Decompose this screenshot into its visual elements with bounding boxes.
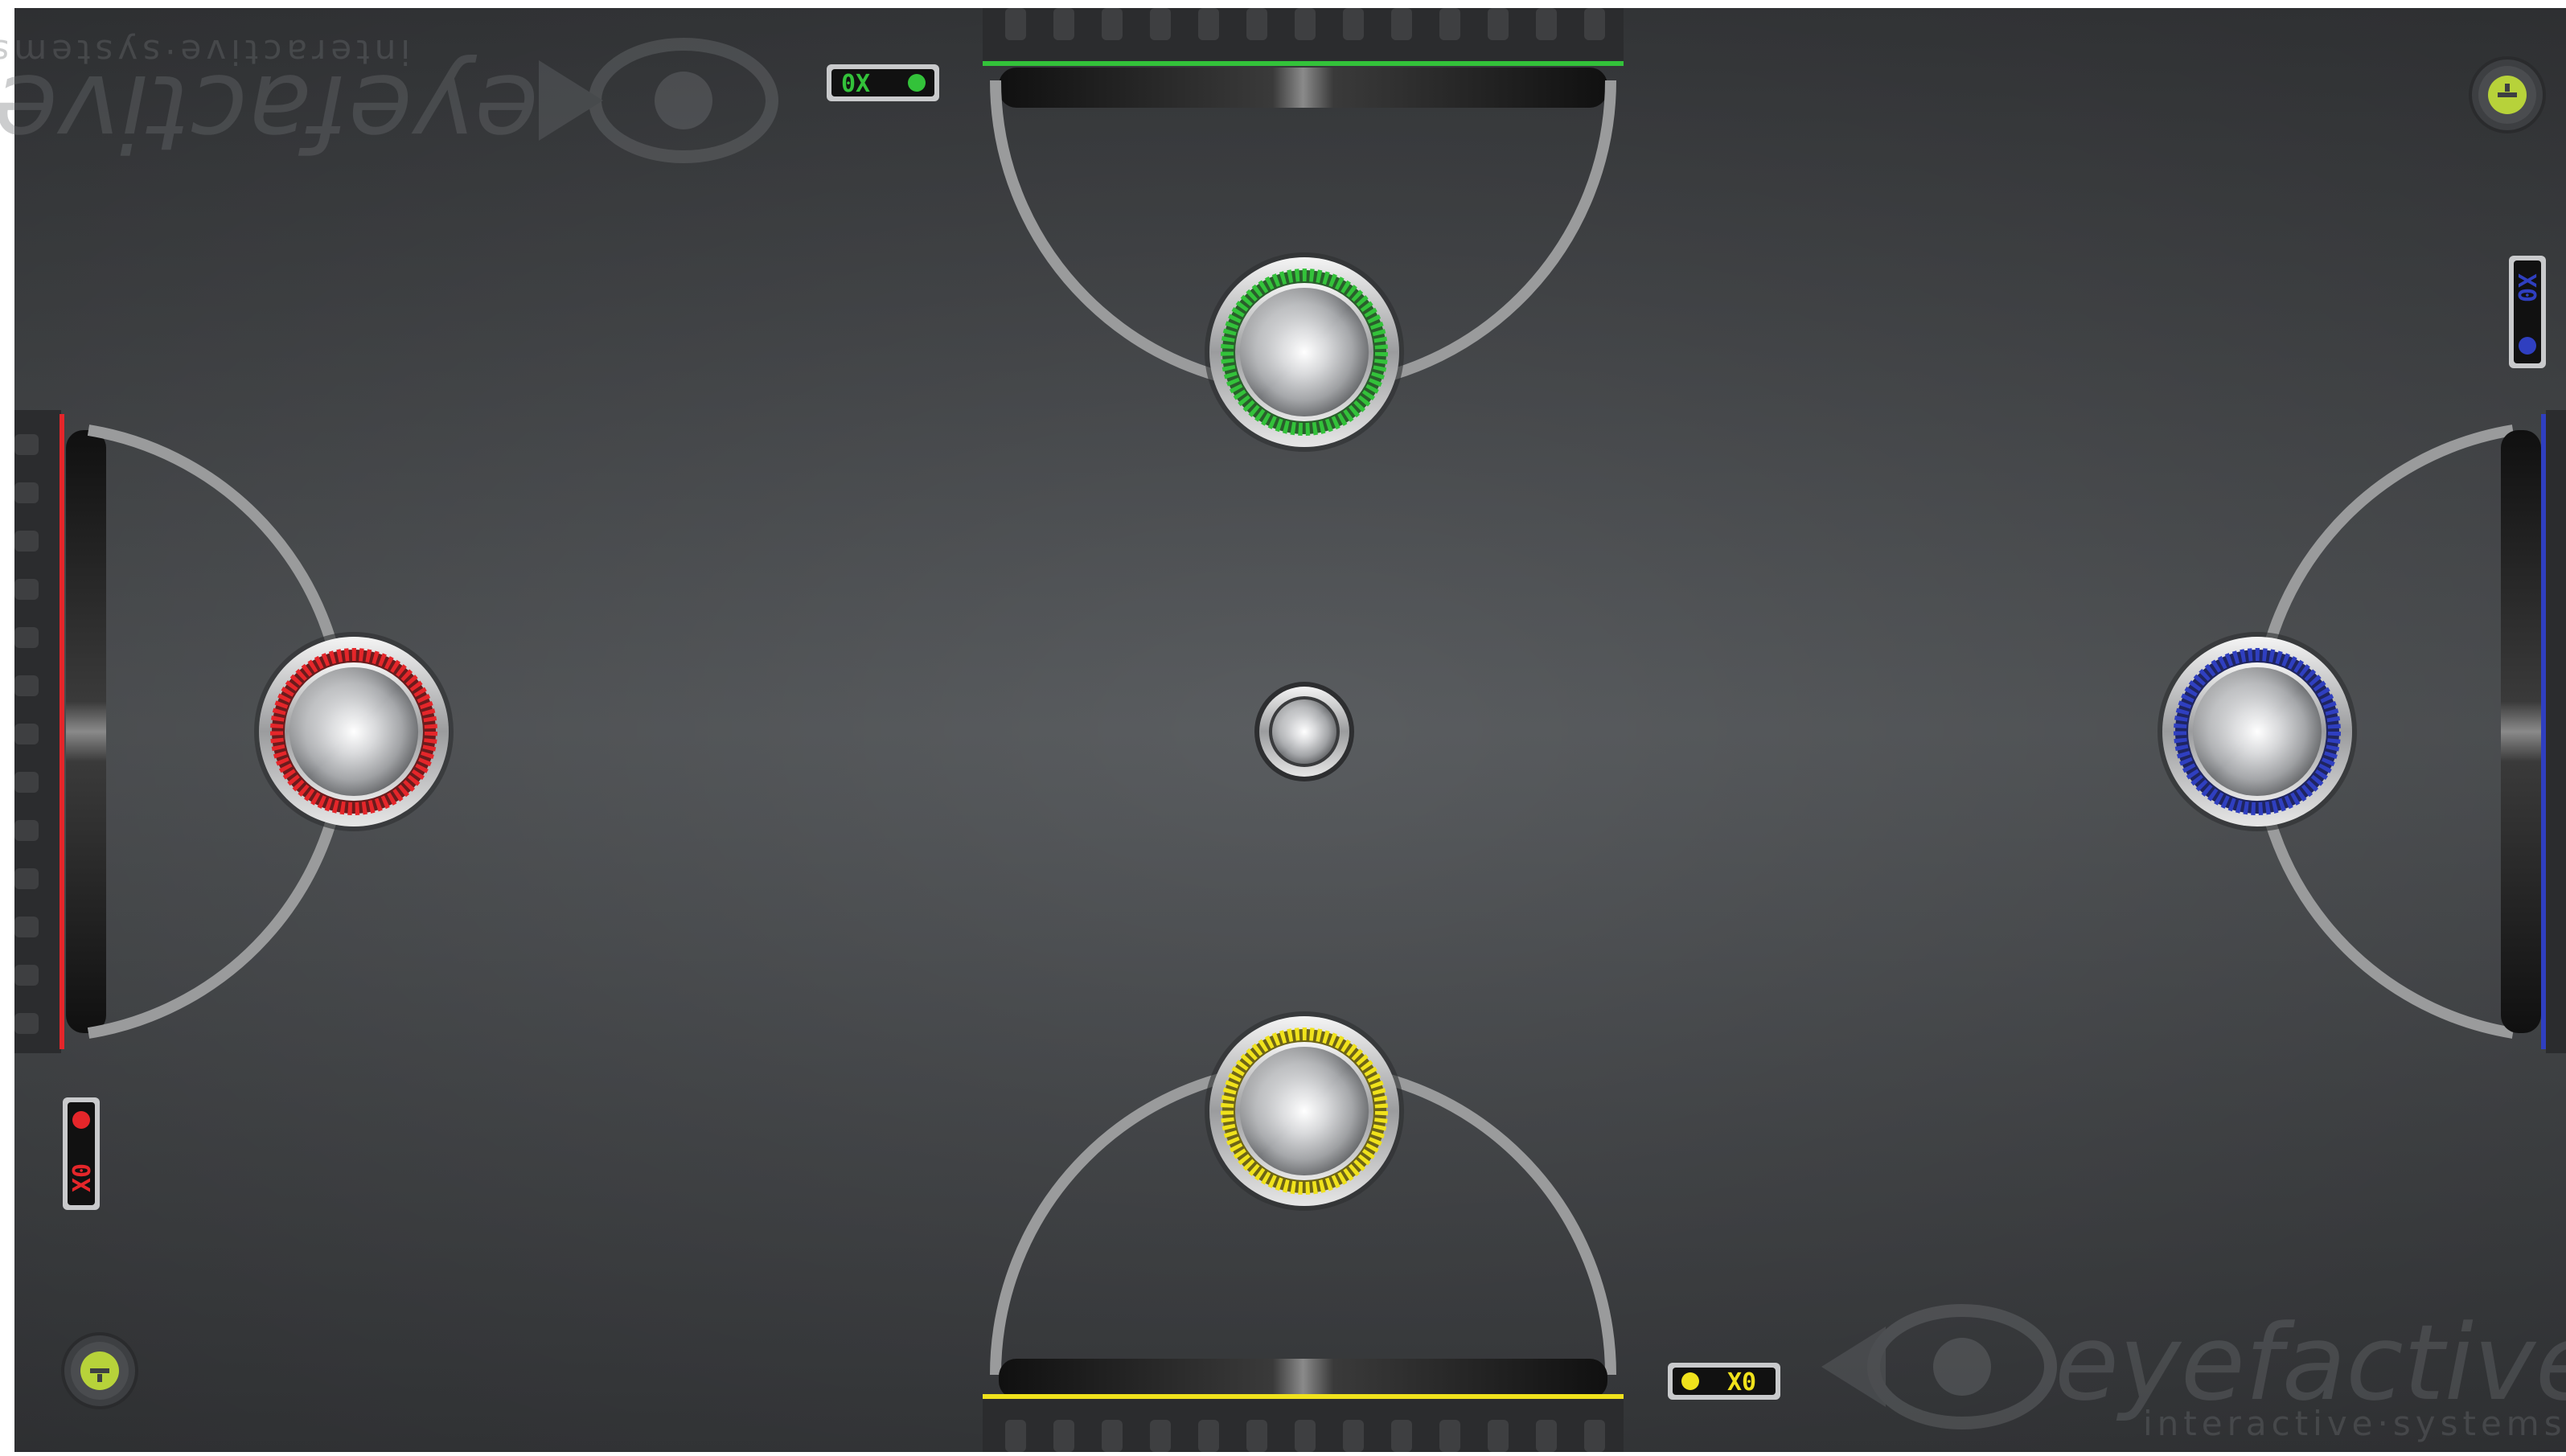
- goal-top-color-stripe: [983, 61, 1624, 66]
- goal-top-green: [983, 8, 1624, 108]
- score-yellow: X0: [1727, 1368, 1756, 1397]
- mallet-blue[interactable]: [2157, 632, 2357, 831]
- mallet-yellow[interactable]: [1205, 1011, 1404, 1211]
- mallet-red[interactable]: [254, 632, 454, 831]
- score-display-blue: X0: [2509, 256, 2546, 368]
- brand-tagline-bottom-right: interactive·systems: [2143, 1404, 2566, 1443]
- mallet-green[interactable]: [1205, 252, 1404, 452]
- goal-right-mouth: [2501, 430, 2541, 1033]
- puck[interactable]: [1254, 682, 1354, 781]
- goal-left-red: [14, 410, 106, 1053]
- score-blue-dot: [2519, 337, 2536, 355]
- brand-tagline-top-left: interactive·systems: [0, 32, 410, 72]
- game-screen: eyefactive interactive·systems eyefactiv…: [0, 0, 2566, 1452]
- score-green: 0X: [841, 70, 870, 98]
- score-red-dot: [72, 1111, 90, 1129]
- goal-bottom-color-stripe: [983, 1394, 1624, 1399]
- score-display-green: 0X: [827, 64, 939, 101]
- goal-left-color-stripe: [60, 414, 64, 1049]
- score-yellow-dot: [1681, 1372, 1699, 1390]
- menu-button-bottom-left[interactable]: [61, 1332, 138, 1409]
- score-green-dot: [908, 74, 926, 92]
- menu-button-top-right[interactable]: [2469, 56, 2546, 133]
- air-hockey-table: eyefactive interactive·systems eyefactiv…: [0, 0, 2566, 1452]
- goal-bottom-yellow: [983, 1359, 1624, 1452]
- goal-left-mouth: [66, 430, 106, 1033]
- goal-bottom-mouth: [999, 1359, 1607, 1399]
- score-red: X0: [68, 1163, 96, 1192]
- score-blue: X0: [2512, 273, 2540, 302]
- goal-right-blue: [2501, 410, 2566, 1053]
- goal-right-color-stripe: [2541, 414, 2546, 1049]
- goal-top-mouth: [999, 68, 1607, 108]
- score-display-yellow: X0: [1668, 1363, 1780, 1400]
- score-display-red: X0: [63, 1097, 100, 1210]
